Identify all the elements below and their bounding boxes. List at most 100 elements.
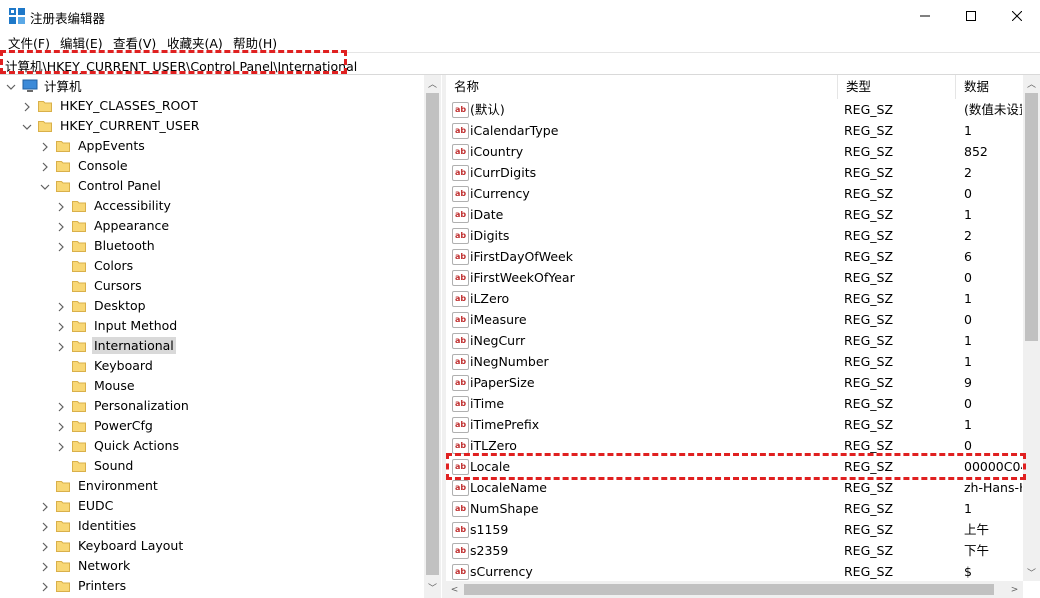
menu-favorites[interactable]: 收藏夹(A) bbox=[167, 33, 223, 52]
value-row[interactable]: ab iTime REG_SZ 0 bbox=[446, 393, 1021, 414]
maximize-button[interactable] bbox=[948, 0, 994, 31]
scroll-up-icon[interactable]: ︿ bbox=[424, 75, 441, 92]
value-row[interactable]: ab iTLZero REG_SZ 0 bbox=[446, 435, 1021, 456]
menu-edit[interactable]: 编辑(E) bbox=[60, 33, 103, 52]
list-scroll-down-icon[interactable]: ﹀ bbox=[1023, 564, 1040, 581]
list-scroll-thumb[interactable] bbox=[1025, 93, 1038, 341]
value-row[interactable]: ab iFirstDayOfWeek REG_SZ 6 bbox=[446, 246, 1021, 267]
list-scroll-up-icon[interactable]: ︿ bbox=[1023, 75, 1040, 92]
list-horizontal-scrollbar[interactable]: < > bbox=[446, 581, 1023, 598]
tree-node[interactable]: Sound bbox=[56, 455, 135, 475]
tree-node[interactable]: AppEvents bbox=[40, 135, 147, 155]
chevron-right-icon[interactable] bbox=[40, 520, 50, 532]
tree-node[interactable]: Identities bbox=[40, 515, 138, 535]
value-row[interactable]: ab iDate REG_SZ 1 bbox=[446, 204, 1021, 225]
value-row[interactable]: ab iCurrency REG_SZ 0 bbox=[446, 183, 1021, 204]
tree-node[interactable]: Cursors bbox=[56, 275, 144, 295]
tree-node[interactable]: Printers bbox=[40, 575, 128, 595]
value-row[interactable]: ab iNegCurr REG_SZ 1 bbox=[446, 330, 1021, 351]
chevron-right-icon[interactable] bbox=[56, 220, 66, 232]
chevron-right-icon[interactable] bbox=[56, 340, 66, 352]
folder-icon bbox=[72, 459, 86, 472]
tree-node[interactable]: Appearance bbox=[56, 215, 171, 235]
column-header-type[interactable]: 类型 bbox=[838, 75, 956, 99]
tree-node-label: Mouse bbox=[94, 377, 135, 393]
tree-node[interactable]: PowerCfg bbox=[56, 415, 155, 435]
column-header-data[interactable]: 数据 bbox=[956, 75, 1026, 99]
value-name: iNegNumber bbox=[470, 354, 549, 369]
chevron-right-icon[interactable] bbox=[56, 320, 66, 332]
tree-node[interactable]: Quick Actions bbox=[56, 435, 181, 455]
scroll-left-icon[interactable]: < bbox=[446, 581, 463, 598]
tree-node-label: Console bbox=[78, 157, 128, 173]
chevron-right-icon[interactable] bbox=[56, 440, 66, 452]
tree-node[interactable]: Accessibility bbox=[56, 195, 173, 215]
scroll-down-icon[interactable]: ﹀ bbox=[424, 579, 441, 596]
value-row[interactable]: ab(默认) REG_SZ (数值未设置) bbox=[446, 99, 1022, 120]
chevron-down-icon[interactable] bbox=[6, 80, 16, 90]
chevron-right-icon[interactable] bbox=[40, 140, 50, 152]
value-row[interactable]: ab iFirstWeekOfYear REG_SZ 0 bbox=[446, 267, 1021, 288]
chevron-right-icon[interactable] bbox=[56, 200, 66, 212]
value-row[interactable]: ab Locale REG_SZ 00000C04 bbox=[446, 456, 1022, 477]
value-row[interactable]: ab iTimePrefix REG_SZ 1 bbox=[446, 414, 1021, 435]
menu-file[interactable]: 文件(F) bbox=[8, 33, 50, 52]
folder-icon bbox=[72, 199, 86, 212]
tree-node[interactable]: Mouse bbox=[56, 375, 137, 395]
tree-node[interactable]: Input Method bbox=[56, 315, 179, 335]
value-row[interactable]: ab NumShape REG_SZ 1 bbox=[446, 498, 1021, 519]
value-row[interactable]: ab iCountry REG_SZ 852 bbox=[446, 141, 1021, 162]
chevron-right-icon[interactable] bbox=[40, 160, 50, 172]
scroll-right-icon[interactable]: > bbox=[1006, 581, 1023, 598]
address-path[interactable]: 计算机\HKEY_CURRENT_USER\Control Panel\Inte… bbox=[5, 56, 357, 75]
tree-scroll-thumb[interactable] bbox=[426, 93, 439, 575]
value-row[interactable]: ab iPaperSize REG_SZ 9 bbox=[446, 372, 1021, 393]
tree-node[interactable]: Personalization bbox=[56, 395, 191, 415]
chevron-right-icon[interactable] bbox=[56, 300, 66, 312]
chevron-down-icon[interactable] bbox=[40, 180, 50, 190]
tree-node[interactable]: 计算机 bbox=[6, 75, 84, 95]
tree-vertical-scrollbar[interactable]: ︿ ﹀ bbox=[424, 75, 441, 598]
list-vertical-scrollbar[interactable]: ︿ ﹀ bbox=[1023, 75, 1040, 581]
value-row[interactable]: ab iDigits REG_SZ 2 bbox=[446, 225, 1021, 246]
tree-node[interactable]: Network bbox=[40, 555, 132, 575]
chevron-right-icon[interactable] bbox=[56, 400, 66, 412]
value-row[interactable]: ab iNegNumber REG_SZ 1 bbox=[446, 351, 1021, 372]
value-row[interactable]: abLocaleName REG_SZ zh-Hans-HK bbox=[446, 477, 1022, 498]
value-row[interactable]: ab iMeasure REG_SZ 0 bbox=[446, 309, 1021, 330]
tree-node[interactable]: Keyboard bbox=[56, 355, 155, 375]
value-row[interactable]: ab iCalendarType REG_SZ 1 bbox=[446, 120, 1021, 141]
tree-node[interactable]: HKEY_CLASSES_ROOT bbox=[22, 95, 200, 115]
tree-node[interactable]: HKEY_CURRENT_USER bbox=[22, 115, 201, 135]
tree-node[interactable]: Bluetooth bbox=[56, 235, 157, 255]
chevron-right-icon[interactable] bbox=[40, 500, 50, 512]
menu-help[interactable]: 帮助(H) bbox=[233, 33, 277, 52]
tree-node[interactable]: Colors bbox=[56, 255, 135, 275]
value-row[interactable]: ab sCurrency REG_SZ $ bbox=[446, 561, 1021, 582]
address-bar[interactable]: 计算机\HKEY_CURRENT_USER\Control Panel\Inte… bbox=[0, 52, 1040, 75]
value-row[interactable]: ab iCurrDigits REG_SZ 2 bbox=[446, 162, 1021, 183]
chevron-right-icon[interactable] bbox=[40, 580, 50, 592]
chevron-down-icon[interactable] bbox=[22, 120, 32, 130]
chevron-right-icon[interactable] bbox=[40, 560, 50, 572]
chevron-right-icon[interactable] bbox=[56, 240, 66, 252]
chevron-right-icon[interactable] bbox=[22, 100, 32, 112]
tree-node[interactable]: International bbox=[56, 335, 176, 355]
column-header-name[interactable]: 名称 bbox=[446, 75, 838, 99]
hscroll-thumb[interactable] bbox=[464, 584, 994, 595]
value-row[interactable]: ab iLZero REG_SZ 1 bbox=[446, 288, 1021, 309]
tree-node[interactable]: Keyboard Layout bbox=[40, 535, 185, 555]
value-row[interactable]: ab s2359 REG_SZ 下午 bbox=[446, 540, 1021, 561]
tree-node[interactable]: Environment bbox=[40, 475, 160, 495]
minimize-button[interactable] bbox=[902, 0, 948, 31]
chevron-right-icon[interactable] bbox=[56, 420, 66, 432]
tree-node[interactable]: Console bbox=[40, 155, 130, 175]
menu-view[interactable]: 查看(V) bbox=[113, 33, 156, 52]
tree-node[interactable]: Desktop bbox=[56, 295, 148, 315]
chevron-right-icon[interactable] bbox=[40, 540, 50, 552]
close-button[interactable] bbox=[994, 0, 1040, 31]
value-row[interactable]: ab s1159 REG_SZ 上午 bbox=[446, 519, 1021, 540]
tree-node[interactable]: Control Panel bbox=[40, 175, 163, 195]
tree-node-label: Desktop bbox=[94, 297, 146, 313]
tree-node[interactable]: EUDC bbox=[40, 495, 115, 515]
